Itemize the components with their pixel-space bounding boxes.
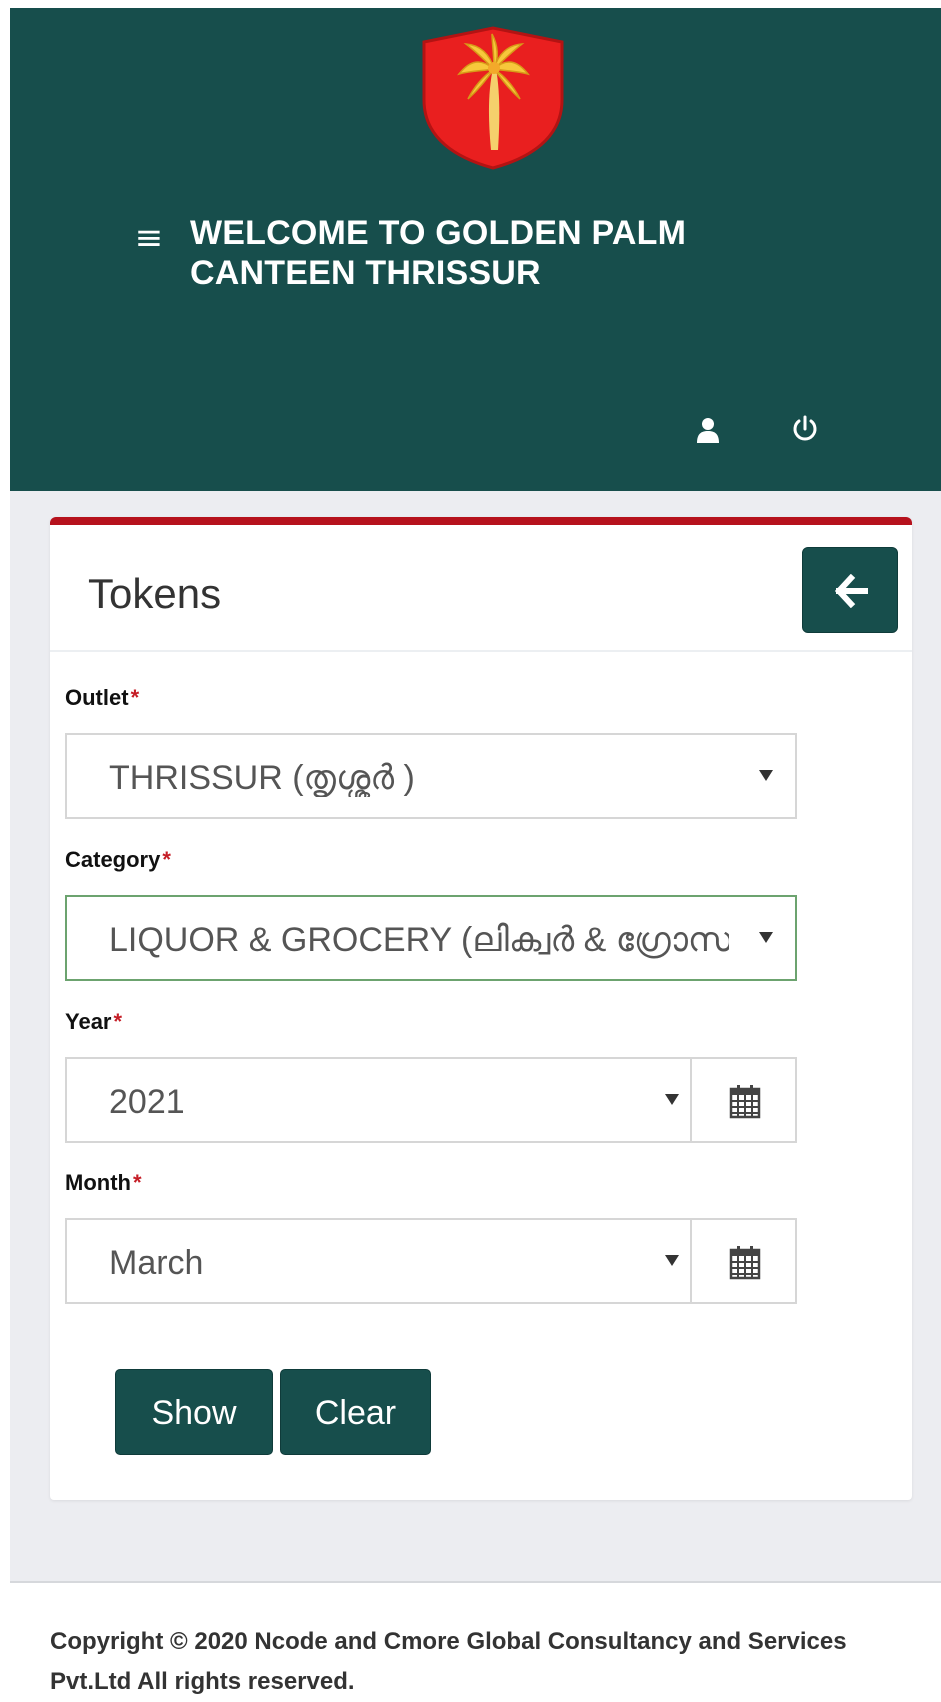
- app-header: ≡ WELCOME TO GOLDEN PALM CANTEEN THRISSU…: [10, 8, 941, 491]
- logo-icon: [418, 20, 568, 170]
- month-label-text: Month: [65, 1170, 131, 1195]
- category-label-text: Category: [65, 847, 161, 872]
- required-marker: *: [132, 1170, 142, 1195]
- category-select[interactable]: LIQUOR & GROCERY (ലിക്വർ & ഗ്രോസ: [65, 895, 797, 981]
- user-icon[interactable]: [693, 416, 723, 446]
- year-selected-value: 2021: [109, 1083, 185, 1121]
- app-title: WELCOME TO GOLDEN PALM CANTEEN THRISSUR: [190, 214, 687, 292]
- required-marker: *: [113, 1009, 123, 1034]
- outlet-select[interactable]: THRISSUR (തൃശ്ശൂർ ): [65, 733, 797, 819]
- calendar-icon: [729, 1246, 761, 1280]
- year-calendar-button[interactable]: [690, 1057, 797, 1143]
- tokens-card: Tokens: [50, 517, 912, 1500]
- dropdown-arrow-icon: [759, 932, 773, 943]
- calendar-icon: [729, 1085, 761, 1119]
- outlet-label-text: Outlet: [65, 685, 129, 710]
- year-label: Year*: [65, 1008, 122, 1036]
- year-select[interactable]: 2021: [65, 1057, 690, 1143]
- dropdown-arrow-icon: [665, 1094, 679, 1105]
- month-label: Month*: [65, 1169, 142, 1197]
- outlet-selected-value: THRISSUR (തൃശ്ശൂർ ): [109, 759, 415, 797]
- page-title: Tokens: [88, 570, 222, 617]
- copyright-text: Copyright © 2020 Ncode and Cmore Global …: [50, 1628, 847, 1695]
- category-label: Category*: [65, 846, 171, 874]
- outlet-label: Outlet*: [65, 684, 139, 712]
- dropdown-arrow-icon: [665, 1255, 679, 1266]
- card-header: Tokens: [50, 525, 912, 652]
- dropdown-arrow-icon: [759, 770, 773, 781]
- required-marker: *: [130, 685, 140, 710]
- power-icon[interactable]: [789, 414, 821, 446]
- category-selected-value: LIQUOR & GROCERY (ലിക്വർ & ഗ്രോസ: [109, 921, 729, 959]
- month-select[interactable]: March: [65, 1218, 690, 1304]
- required-marker: *: [162, 847, 171, 872]
- arrow-left-icon: [834, 574, 868, 608]
- month-calendar-button[interactable]: [690, 1218, 797, 1304]
- year-label-text: Year: [65, 1009, 112, 1034]
- year-picker: 2021: [65, 1057, 797, 1143]
- clear-button[interactable]: Clear: [280, 1369, 431, 1455]
- back-button[interactable]: [802, 547, 898, 633]
- footer-divider: [10, 1581, 941, 1583]
- show-button[interactable]: Show: [115, 1369, 273, 1455]
- month-selected-value: March: [109, 1244, 204, 1282]
- month-picker: March: [65, 1218, 797, 1304]
- hamburger-menu-icon[interactable]: ≡: [128, 218, 170, 258]
